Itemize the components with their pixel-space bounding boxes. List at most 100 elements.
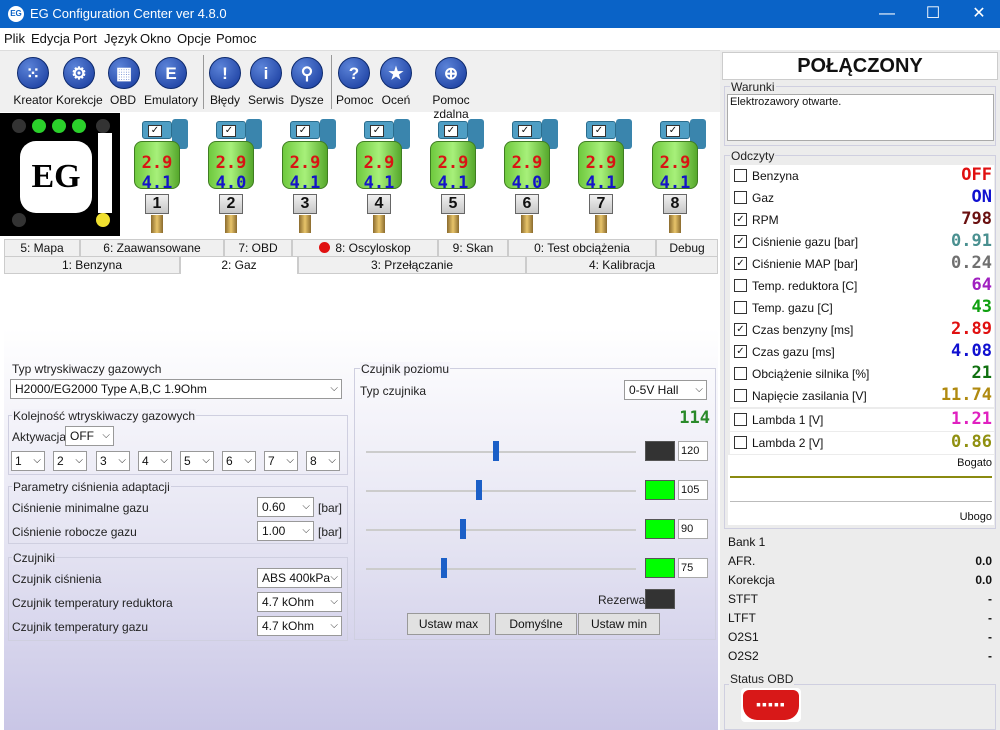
work-pressure-select[interactable]: 1.00 ⌵	[257, 521, 314, 541]
menu-jezyk[interactable]: Język	[104, 31, 137, 46]
menu-okno[interactable]: Okno	[140, 31, 171, 46]
gas-temp-sensor-select[interactable]: 4.7 kOhm ⌵	[257, 616, 342, 636]
activation-select[interactable]: OFF ⌵	[65, 426, 114, 446]
unit-bar: [bar]	[318, 525, 343, 539]
order-slot-4[interactable]: 4 ⌵	[138, 451, 172, 471]
tab-oscyloskop[interactable]: 8: Oscyloskop	[292, 239, 438, 257]
pressure-sensor-select[interactable]: ABS 400kPa ⌵	[257, 568, 342, 588]
reading-checkbox[interactable]	[734, 413, 747, 426]
menu-port[interactable]: Port	[73, 31, 97, 46]
korekcje-button[interactable]: ⚙ Korekcje	[56, 57, 103, 107]
close-button[interactable]: ✕	[956, 0, 1000, 28]
sensor-type-select[interactable]: 0-5V Hall ⌵	[624, 380, 707, 400]
level-reading: 114	[679, 408, 710, 428]
injector-checkbox[interactable]: ✓	[518, 125, 532, 137]
order-slot-1[interactable]: 1 ⌵	[11, 451, 45, 471]
work-pressure-label: Ciśnienie robocze gazu	[12, 525, 137, 539]
injector-type-value: H2000/EG2000 Type A,B,C 1.9Ohm	[15, 382, 207, 396]
tab-obd[interactable]: 7: OBD	[224, 239, 292, 257]
reading-checkbox[interactable]	[734, 436, 747, 449]
reading-value: 0.86	[951, 432, 992, 452]
threshold-slider-thumb[interactable]	[460, 519, 466, 539]
min-pressure-select[interactable]: 0.60 ⌵	[257, 497, 314, 517]
warunki-title: Warunki	[730, 80, 776, 94]
injector-checkbox[interactable]: ✓	[148, 125, 162, 137]
threshold-color-swatch[interactable]	[645, 480, 675, 500]
menu-bar: Plik Edycja Port Język Okno Opcje Pomoc	[0, 28, 720, 50]
injector-checkbox[interactable]: ✓	[222, 125, 236, 137]
threshold-slider-thumb[interactable]	[493, 441, 499, 461]
threshold-slider-thumb[interactable]	[441, 558, 447, 578]
bank-value: -	[988, 649, 992, 663]
ocen-label: Oceń	[381, 93, 411, 107]
ocen-button[interactable]: ★ Oceń	[380, 57, 412, 107]
emulatory-label: Emulatory	[143, 93, 199, 107]
emulatory-button[interactable]: E Emulatory	[143, 57, 199, 107]
injector-checkbox[interactable]: ✓	[444, 125, 458, 137]
injector-checkbox[interactable]: ✓	[370, 125, 384, 137]
order-slot-7[interactable]: 7 ⌵	[264, 451, 298, 471]
bank-label: STFT	[728, 592, 758, 606]
reducer-temp-sensor-select[interactable]: 4.7 kOhm ⌵	[257, 592, 342, 612]
threshold-value-input[interactable]: 120	[678, 441, 708, 461]
order-slot-6[interactable]: 6 ⌵	[222, 451, 256, 471]
kreator-button[interactable]: ⁙ Kreator	[12, 57, 54, 107]
reading-checkbox[interactable]	[734, 367, 747, 380]
threshold-slider-thumb[interactable]	[476, 480, 482, 500]
menu-edycja[interactable]: Edycja	[31, 31, 70, 46]
bank-row: LTFT -	[728, 611, 994, 625]
reserve-color-swatch[interactable]	[645, 589, 675, 609]
reading-row: Temp. gazu [C] 43	[730, 297, 994, 319]
threshold-value-input[interactable]: 75	[678, 558, 708, 578]
injector-type-select[interactable]: H2000/EG2000 Type A,B,C 1.9Ohm ⌵	[10, 379, 342, 399]
order-slot-3[interactable]: 3 ⌵	[96, 451, 130, 471]
dysze-button[interactable]: ⚲ Dysze	[290, 57, 324, 107]
order-slot-value: 4	[142, 454, 149, 468]
pomoc-zdalna-button[interactable]: ⊕ Pomoc zdalna	[416, 57, 486, 121]
menu-plik[interactable]: Plik	[4, 31, 25, 46]
reading-checkbox[interactable]	[734, 301, 747, 314]
obd-button[interactable]: ▦ OBD	[108, 57, 140, 107]
order-slot-2[interactable]: 2 ⌵	[53, 451, 87, 471]
tab-zaawansowane[interactable]: 6: Zaawansowane	[80, 239, 224, 257]
menu-pomoc[interactable]: Pomoc	[216, 31, 256, 46]
tab-mapa[interactable]: 5: Mapa	[4, 239, 80, 257]
injector-checkbox[interactable]: ✓	[666, 125, 680, 137]
bledy-button[interactable]: ! Błędy	[208, 57, 242, 107]
tab-benzyna[interactable]: 1: Benzyna	[4, 256, 180, 274]
tab-debug[interactable]: Debug	[656, 239, 718, 257]
reading-checkbox[interactable]: ✓	[734, 235, 747, 248]
reading-checkbox[interactable]: ✓	[734, 213, 747, 226]
minimize-button[interactable]: —	[864, 0, 910, 28]
reading-checkbox[interactable]: ✓	[734, 323, 747, 336]
pomoc-button[interactable]: ? Pomoc	[336, 57, 373, 107]
chevron-down-icon: ⌵	[330, 596, 338, 607]
maximize-button[interactable]: ☐	[910, 0, 956, 28]
reading-checkbox[interactable]	[734, 169, 747, 182]
order-slot-8[interactable]: 8 ⌵	[306, 451, 340, 471]
reading-checkbox[interactable]	[734, 279, 747, 292]
threshold-color-swatch[interactable]	[645, 441, 675, 461]
reading-value: 43	[971, 297, 992, 317]
threshold-color-swatch[interactable]	[645, 558, 675, 578]
threshold-value-input[interactable]: 105	[678, 480, 708, 500]
reading-checkbox[interactable]: ✓	[734, 345, 747, 358]
tab-skan[interactable]: 9: Skan	[438, 239, 508, 257]
injector-checkbox[interactable]: ✓	[296, 125, 310, 137]
set-min-button[interactable]: Ustaw min	[578, 613, 660, 635]
threshold-color-swatch[interactable]	[645, 519, 675, 539]
order-slot-5[interactable]: 5 ⌵	[180, 451, 214, 471]
default-button[interactable]: Domyślne	[495, 613, 577, 635]
reading-checkbox[interactable]	[734, 389, 747, 402]
reading-checkbox[interactable]: ✓	[734, 257, 747, 270]
tab-test-obciazenia[interactable]: 0: Test obciążenia	[508, 239, 656, 257]
reading-checkbox[interactable]	[734, 191, 747, 204]
order-slot-value: 7	[268, 454, 275, 468]
set-max-button[interactable]: Ustaw max	[407, 613, 490, 635]
injector-checkbox[interactable]: ✓	[592, 125, 606, 137]
serwis-button[interactable]: i Serwis	[248, 57, 284, 107]
tab-przelaczanie[interactable]: 3: Przełączanie	[298, 256, 526, 274]
threshold-value-input[interactable]: 90	[678, 519, 708, 539]
menu-opcje[interactable]: Opcje	[177, 31, 211, 46]
tab-kalibracja[interactable]: 4: Kalibracja	[526, 256, 718, 274]
